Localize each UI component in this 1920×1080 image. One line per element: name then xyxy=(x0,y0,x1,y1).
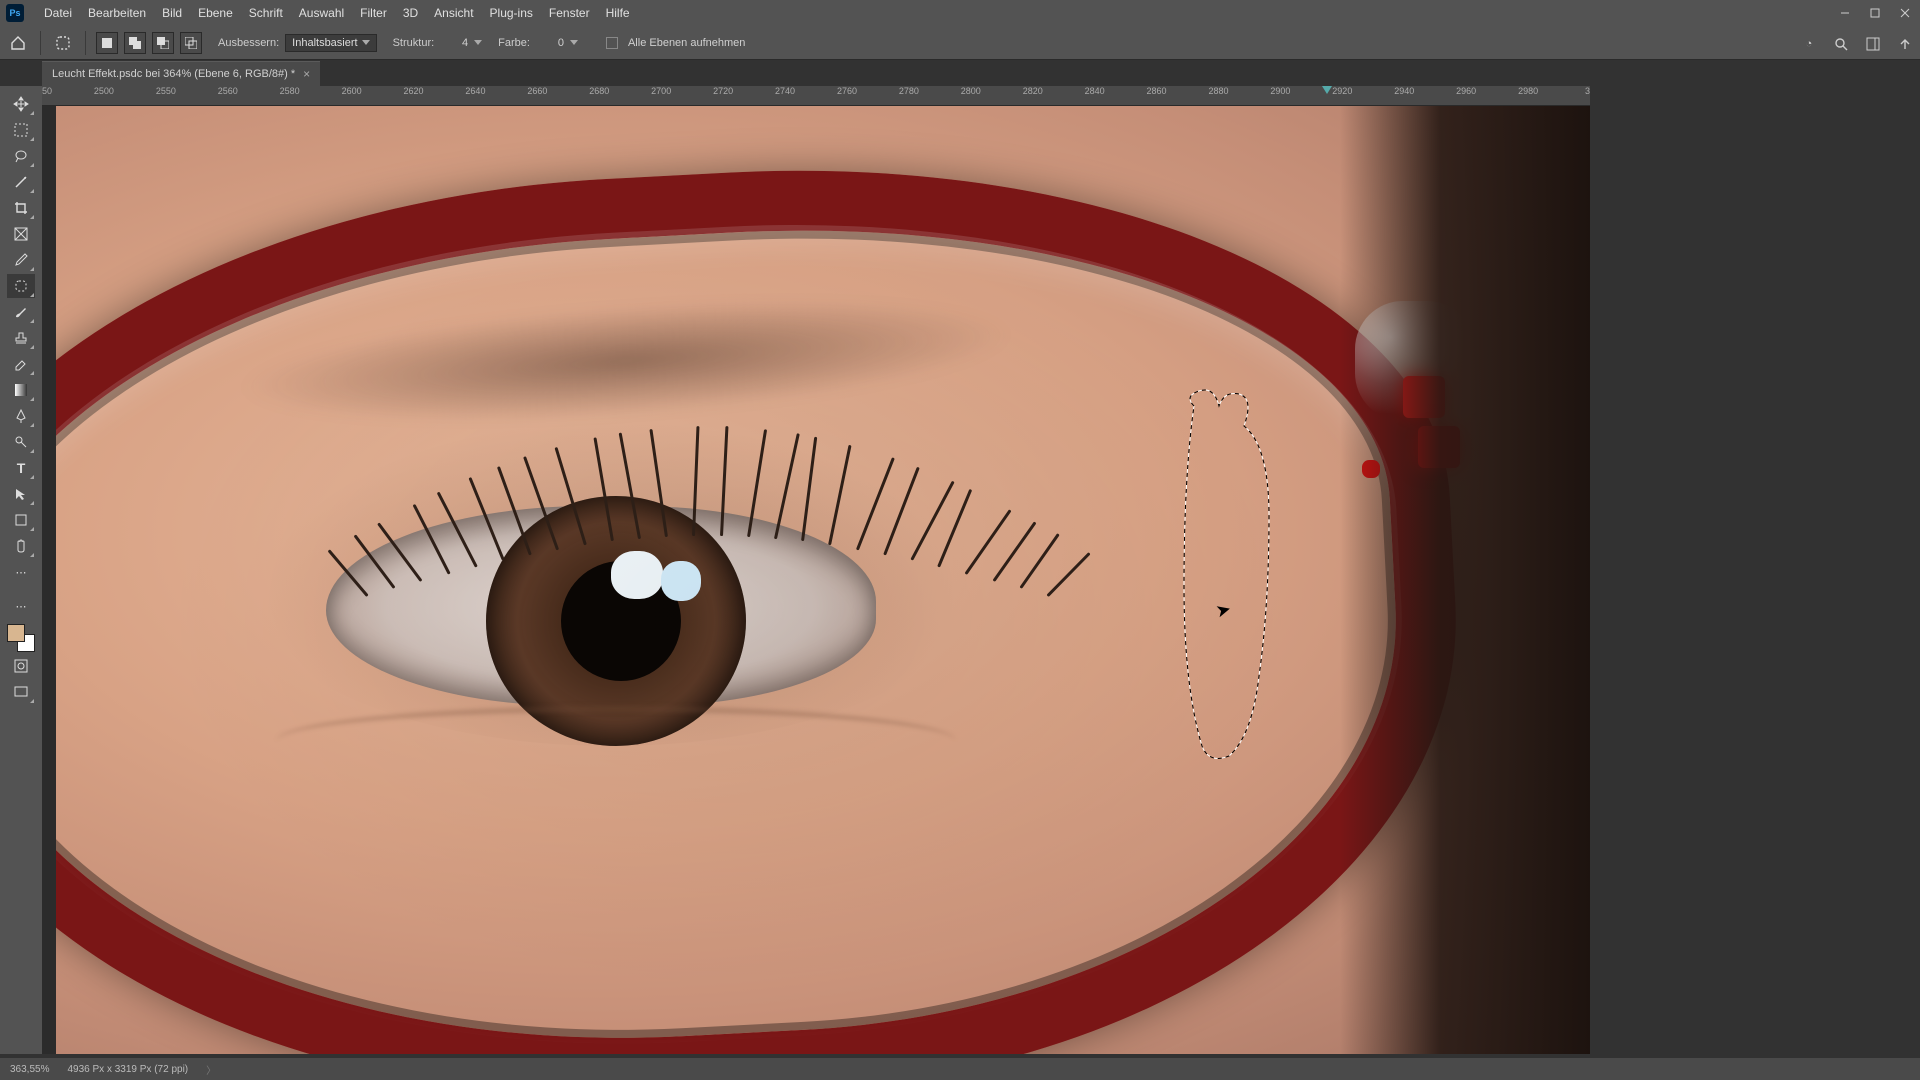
gradient-tool[interactable] xyxy=(7,378,35,402)
menu-bar: Ps DateiBearbeitenBildEbeneSchriftAuswah… xyxy=(0,0,1920,26)
wand-tool[interactable] xyxy=(7,170,35,194)
screen-mode[interactable] xyxy=(7,680,35,704)
menu-ansicht[interactable]: Ansicht xyxy=(426,2,481,24)
edit-toolbar[interactable]: ⋯ xyxy=(7,594,35,618)
eraser-tool[interactable] xyxy=(7,352,35,376)
patch-tool-indicator[interactable] xyxy=(51,31,75,55)
menu-3d[interactable]: 3D xyxy=(395,2,426,24)
pen-tool[interactable] xyxy=(7,404,35,428)
search-icon[interactable] xyxy=(1832,35,1850,53)
menu-plug-ins[interactable]: Plug-ins xyxy=(482,2,541,24)
structure-label: Struktur: xyxy=(393,37,435,49)
status-chevron-icon[interactable]: 〉 xyxy=(206,1062,216,1077)
dodge-tool[interactable] xyxy=(7,430,35,454)
document-dimensions: 4936 Px x 3319 Px (72 ppi) xyxy=(67,1064,188,1075)
tool-panel: T ⋯ ⋯ xyxy=(0,86,42,1054)
workspace: T ⋯ ⋯ 2450250025502560258026002620264026… xyxy=(0,86,1920,1054)
more-tools[interactable]: ⋯ xyxy=(7,560,35,584)
menu-ebene[interactable]: Ebene xyxy=(190,2,241,24)
selection-subtract[interactable] xyxy=(152,32,174,54)
menu-datei[interactable]: Datei xyxy=(36,2,80,24)
brush-tool[interactable] xyxy=(7,300,35,324)
document-tab-bar: Leucht Effekt.psdc bei 364% (Ebene 6, RG… xyxy=(0,60,1920,86)
document-title: Leucht Effekt.psdc bei 364% (Ebene 6, RG… xyxy=(52,68,295,80)
hand-tool[interactable] xyxy=(7,534,35,558)
window-maximize[interactable] xyxy=(1860,0,1890,26)
workspace-icon[interactable] xyxy=(1864,35,1882,53)
selection-marquee xyxy=(1174,386,1294,766)
zoom-level[interactable]: 363,55% xyxy=(10,1064,49,1075)
window-close[interactable] xyxy=(1890,0,1920,26)
menu-fenster[interactable]: Fenster xyxy=(541,2,598,24)
menu-schrift[interactable]: Schrift xyxy=(241,2,291,24)
stamp-tool[interactable] xyxy=(7,326,35,350)
crop-tool[interactable] xyxy=(7,196,35,220)
selection-intersect[interactable] xyxy=(180,32,202,54)
menu-filter[interactable]: Filter xyxy=(352,2,395,24)
lasso-tool[interactable] xyxy=(7,144,35,168)
structure-value[interactable]: 4 xyxy=(440,37,468,49)
ruler-horizontal[interactable]: 2450250025502560258026002620264026602680… xyxy=(42,86,1590,106)
window-minimize[interactable] xyxy=(1830,0,1860,26)
move-tool[interactable] xyxy=(7,92,35,116)
menu-hilfe[interactable]: Hilfe xyxy=(598,2,638,24)
document-tab[interactable]: Leucht Effekt.psdc bei 364% (Ebene 6, RG… xyxy=(42,61,320,86)
options-bar: Ausbessern: Inhaltsbasiert Struktur: 4 F… xyxy=(0,26,1920,60)
patch-tool[interactable] xyxy=(7,274,35,298)
patch-mode-label: Ausbessern: xyxy=(218,37,279,49)
app-logo: Ps xyxy=(6,4,24,22)
frame-tool[interactable] xyxy=(7,222,35,246)
all-layers-label: Alle Ebenen aufnehmen xyxy=(628,37,745,49)
cloud-icon[interactable]: ◔ xyxy=(1800,35,1818,53)
path-select-tool[interactable] xyxy=(7,482,35,506)
home-icon[interactable] xyxy=(6,31,30,55)
patch-mode-select[interactable]: Inhaltsbasiert xyxy=(285,34,376,52)
canvas[interactable]: ➤ xyxy=(56,106,1590,1054)
color-label: Farbe: xyxy=(498,37,530,49)
selection-add[interactable] xyxy=(124,32,146,54)
eyedropper-tool[interactable] xyxy=(7,248,35,272)
close-tab-icon[interactable]: × xyxy=(303,67,310,81)
share-icon[interactable] xyxy=(1896,35,1914,53)
menu-bearbeiten[interactable]: Bearbeiten xyxy=(80,2,154,24)
shape-tool[interactable] xyxy=(7,508,35,532)
canvas-area[interactable]: ➤ xyxy=(42,106,1590,1054)
type-tool[interactable]: T xyxy=(7,456,35,480)
marquee-tool[interactable] xyxy=(7,118,35,142)
selection-new[interactable] xyxy=(96,32,118,54)
menu-bild[interactable]: Bild xyxy=(154,2,190,24)
menu-auswahl[interactable]: Auswahl xyxy=(291,2,352,24)
all-layers-checkbox[interactable] xyxy=(606,37,618,49)
color-value[interactable]: 0 xyxy=(536,37,564,49)
color-swatches[interactable] xyxy=(7,624,35,652)
quick-mask[interactable] xyxy=(7,654,35,678)
status-bar: 363,55% 4936 Px x 3319 Px (72 ppi) 〉 xyxy=(0,1058,1920,1080)
